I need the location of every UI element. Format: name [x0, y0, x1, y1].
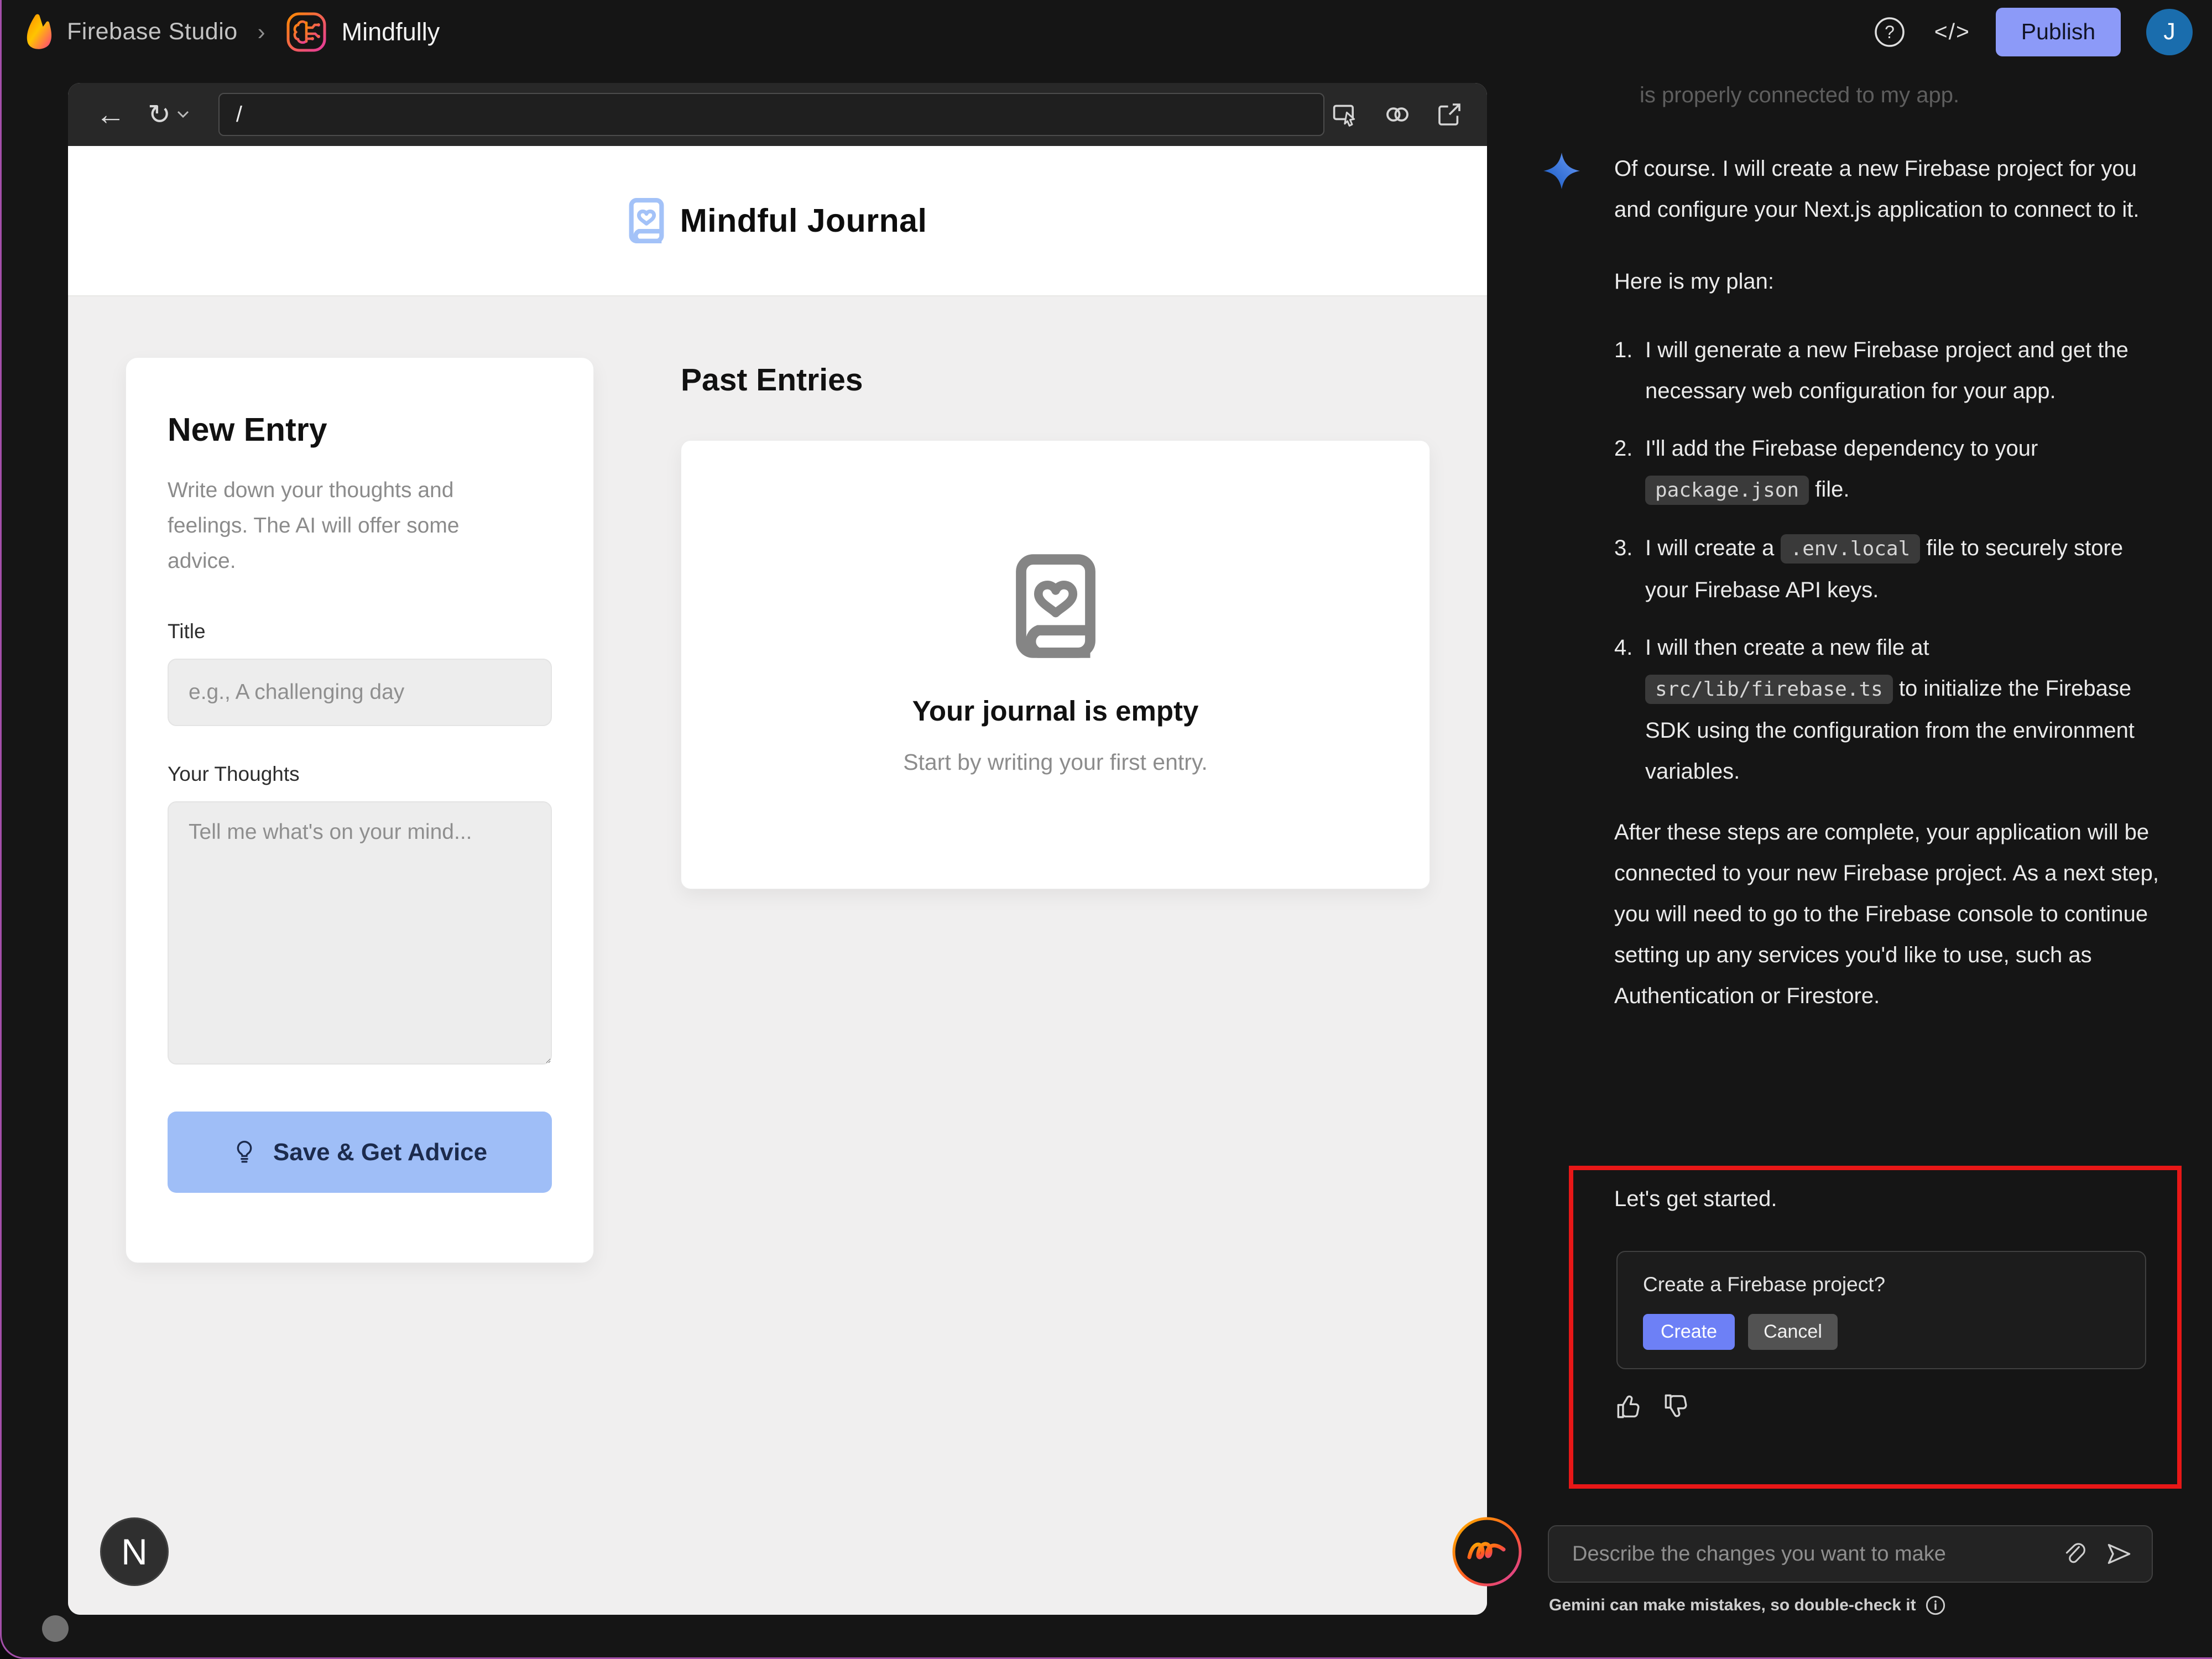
- inspect-icon[interactable]: [1332, 101, 1359, 128]
- thoughts-label: Your Thoughts: [168, 763, 300, 785]
- link-icon[interactable]: [1384, 101, 1411, 128]
- chevron-down-icon: [177, 111, 189, 118]
- save-get-advice-label: Save & Get Advice: [273, 1138, 488, 1166]
- inline-code: package.json: [1645, 476, 1809, 505]
- plan-item: 1. I will generate a new Firebase projec…: [1614, 330, 2163, 411]
- plan-item-text: I'll add the Firebase dependency to your…: [1645, 428, 2163, 511]
- plan-item-text: I will generate a new Firebase project a…: [1645, 338, 2128, 403]
- status-dot: [42, 1615, 69, 1642]
- app-preview-pane: ← ↻ / Mindful Journal New Entry Write do…: [68, 83, 1487, 1615]
- info-icon[interactable]: [1925, 1595, 1946, 1616]
- chat-scrolled-message: is properly connected to my app.: [1640, 83, 1960, 107]
- nextjs-dev-badge[interactable]: N: [100, 1517, 169, 1586]
- thumb-down-icon[interactable]: [1662, 1391, 1692, 1423]
- top-bar: Firebase Studio › Mindfully ? </> Publis…: [2, 0, 2212, 64]
- lightbulb-icon: [237, 1140, 252, 1163]
- help-icon[interactable]: ?: [1870, 15, 1909, 49]
- plan-item: 2. I'll add the Firebase dependency to y…: [1614, 428, 2163, 511]
- inline-code: .env.local: [1780, 534, 1921, 564]
- journal-app-title: Mindful Journal: [680, 202, 927, 239]
- plan-item-number: 3.: [1614, 536, 1633, 560]
- refresh-icon[interactable]: ↻: [144, 100, 193, 129]
- book-heart-icon: [629, 198, 664, 243]
- chat-intro: Of course. I will create a new Firebase …: [1614, 156, 2140, 222]
- code-icon[interactable]: </>: [1934, 19, 1970, 45]
- firebase-project-prompt-card: Create a Firebase project? Create Cancel: [1616, 1251, 2146, 1369]
- top-bar-actions: ? </> Publish J: [1870, 7, 2193, 56]
- chat-cta: Let's get started.: [1614, 1187, 1777, 1211]
- empty-journal-title: Your journal is empty: [912, 695, 1199, 727]
- gemini-disclaimer: Gemini can make mistakes, so double-chec…: [1549, 1595, 1946, 1616]
- empty-journal-card: Your journal is empty Start by writing y…: [681, 440, 1430, 889]
- preview-toolbar: ← ↻: [68, 83, 1487, 146]
- new-entry-description: Write down your thoughts and feelings. T…: [168, 478, 460, 573]
- tool-card-buttons: Create Cancel: [1643, 1314, 2120, 1350]
- chat-input-bar: [1548, 1525, 2153, 1583]
- plan-item: 3. I will create a .env.local file to se…: [1614, 528, 2163, 611]
- brain-circuit-icon: [286, 12, 326, 51]
- send-icon[interactable]: [2103, 1541, 2135, 1567]
- preview-toolbar-icons: [1332, 101, 1463, 128]
- back-icon[interactable]: ←: [92, 99, 129, 130]
- scribble-icon: [1452, 1517, 1522, 1587]
- plan-item-number: 2.: [1614, 436, 1633, 461]
- breadcrumb: Firebase Studio › Mindfully: [23, 11, 440, 53]
- publish-button[interactable]: Publish: [1996, 7, 2121, 56]
- app-name[interactable]: Firebase Studio: [67, 18, 238, 45]
- empty-journal-subtitle: Start by writing your first entry.: [903, 749, 1208, 775]
- thoughts-textarea[interactable]: [168, 801, 552, 1065]
- plan-item-text: I will create a .env.local file to secur…: [1645, 528, 2163, 611]
- tool-card-question: Create a Firebase project?: [1643, 1273, 1886, 1296]
- new-entry-card: New Entry Write down your thoughts and f…: [126, 357, 594, 1263]
- paperclip-icon[interactable]: [2059, 1541, 2089, 1567]
- url-input[interactable]: [218, 93, 1324, 136]
- title-input[interactable]: [168, 659, 552, 726]
- firebase-studio-window: Firebase Studio › Mindfully ? </> Publis…: [0, 0, 2212, 1659]
- gemini-disclaimer-text: Gemini can make mistakes, so double-chec…: [1549, 1596, 1916, 1614]
- annotate-button[interactable]: [1452, 1516, 1522, 1587]
- project-name[interactable]: Mindfully: [342, 18, 440, 46]
- journal-app-content: New Entry Write down your thoughts and f…: [68, 296, 1487, 1615]
- open-external-icon[interactable]: [1436, 101, 1463, 128]
- new-entry-heading: New Entry: [168, 411, 327, 448]
- title-label: Title: [168, 620, 206, 643]
- plan-item-text: I will then create a new file at src/lib…: [1645, 635, 2135, 784]
- journal-app-header: Mindful Journal: [68, 146, 1487, 296]
- book-heart-icon: [1015, 554, 1095, 658]
- chat-input[interactable]: [1549, 1526, 2044, 1582]
- save-get-advice-button[interactable]: Save & Get Advice: [168, 1112, 552, 1193]
- inline-code: src/lib/firebase.ts: [1645, 675, 1893, 704]
- create-button[interactable]: Create: [1643, 1314, 1735, 1350]
- breadcrumb-separator: ›: [257, 18, 265, 45]
- sparkle-icon: [1543, 153, 1580, 189]
- past-entries-heading: Past Entries: [681, 362, 863, 398]
- cancel-button[interactable]: Cancel: [1748, 1314, 1838, 1350]
- plan-item-number: 4.: [1614, 635, 1633, 660]
- feedback-buttons: [1614, 1391, 1692, 1423]
- plan-heading: Here is my plan:: [1614, 269, 1774, 294]
- flame-icon: [27, 14, 52, 49]
- avatar[interactable]: J: [2146, 8, 2193, 55]
- chat-message: Of course. I will create a new Firebase …: [1614, 148, 2163, 1016]
- chat-outro: After these steps are complete, your app…: [1614, 820, 2159, 1008]
- thumb-up-icon[interactable]: [1614, 1391, 1644, 1423]
- plan-item-number: 1.: [1614, 338, 1633, 362]
- plan-item: 4. I will then create a new file at src/…: [1614, 627, 2163, 792]
- svg-text:?: ?: [1885, 22, 1895, 42]
